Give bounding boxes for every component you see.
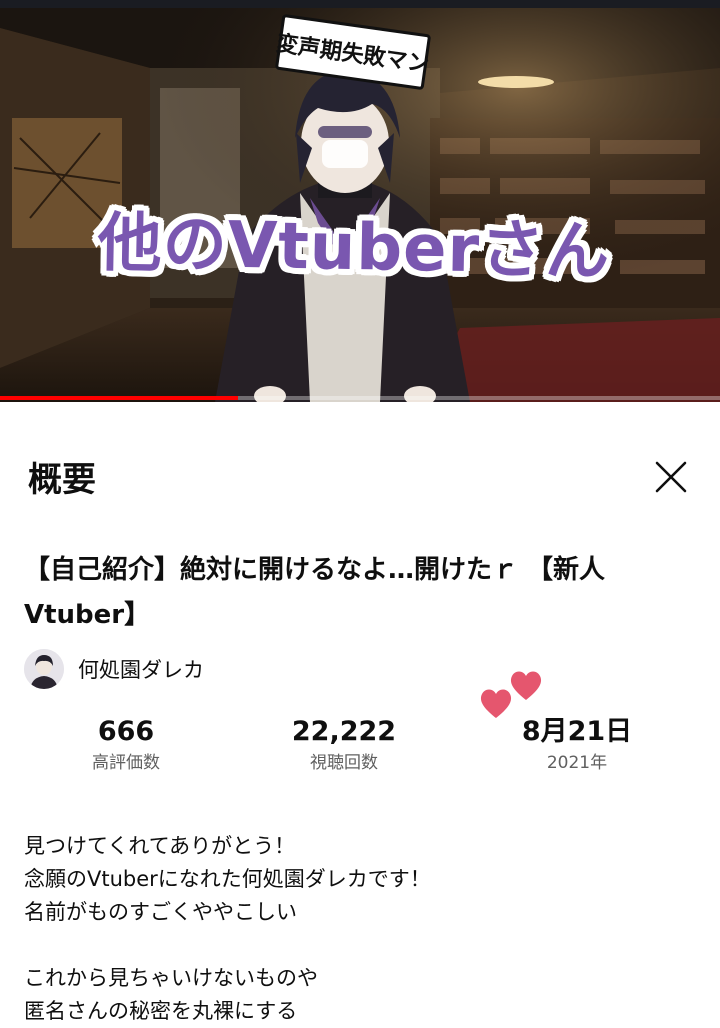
views-count: 22,222 [291,716,397,747]
stat-date: 8月21日 2021年 [477,714,677,776]
channel-link[interactable]: 何処園ダレカ [24,646,204,692]
channel-name: 何処園ダレカ [78,658,204,682]
stat-likes: 666 高評価数 [26,714,226,776]
description-line: 見つけてくれてありがとう！ [24,834,296,858]
avatar [24,649,64,689]
likes-label: 高評価数 [92,753,160,773]
description-line: これから見ちゃいけないものや [24,966,318,990]
description-line: 名前がものすごくややこしい [24,900,297,924]
description-line: 念願のVtuberになれた何処園ダレカです！ [24,867,431,891]
likes-count: 666 [97,716,155,747]
progress-bar-fill [0,396,238,400]
close-icon [655,461,687,493]
description-line: 匿名さんの秘密を丸裸にする [24,999,298,1023]
progress-bar[interactable] [0,396,720,400]
description-text: 見つけてくれてありがとう！ 念願のVtuberになれた何処園ダレカです！ 名前が… [24,830,704,1028]
description-sheet: 概要 【自己紹介】絶対に開けるなよ…開けたｒ 【新人Vtuber】 何処園ダレカ… [0,402,720,1024]
upload-date: 8月21日 [521,716,633,747]
stats-row: 666 高評価数 22,222 視聴回数 8月21日 2021年 [0,714,720,784]
close-button[interactable] [648,454,694,500]
video-player[interactable]: 変声期失敗マン 他のVtuberさん [0,0,720,402]
status-bar-strip [0,0,720,8]
video-title: 【自己紹介】絶対に開けるなよ…開けたｒ 【新人Vtuber】 [24,555,606,630]
thumbnail-title: 他のVtuberさん [97,206,611,290]
stat-views: 22,222 視聴回数 [244,714,444,776]
views-label: 視聴回数 [310,753,378,773]
upload-year: 2021年 [546,753,608,773]
description-line [24,929,704,962]
sheet-title: 概要 [28,460,96,500]
